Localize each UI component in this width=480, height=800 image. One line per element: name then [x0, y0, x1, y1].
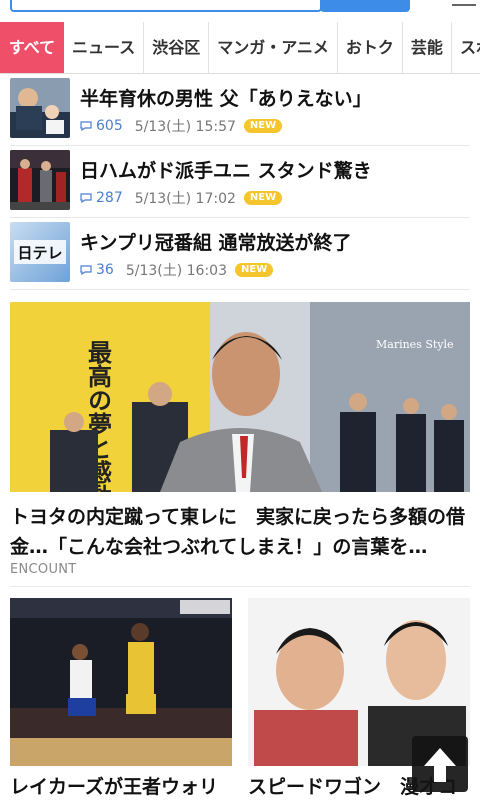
new-badge: NEW	[235, 263, 274, 277]
feature-source: ENCOUNT	[10, 562, 77, 577]
feature-image[interactable]: 最高の夢と感動を分かち合う。 Marines Style	[10, 302, 470, 492]
news-meta: 605 5/13(土) 15:57 NEW	[80, 116, 283, 136]
news-item[interactable]: 日ハムがド派手ユニ スタンド驚き 287 5/13(土) 17:02 NEW	[10, 146, 470, 218]
news-meta: 36 5/13(土) 16:03 NEW	[80, 260, 274, 280]
tab-deals[interactable]: おトク	[338, 22, 403, 73]
search-bar	[0, 0, 480, 22]
tab-all[interactable]: すべて	[0, 22, 64, 73]
comment-icon	[80, 121, 92, 131]
ntv-logo-text: 日テレ	[17, 244, 62, 262]
card-title[interactable]: レイカーズが王者ウォリ	[10, 772, 232, 799]
new-badge: NEW	[243, 119, 283, 133]
new-badge: NEW	[243, 191, 283, 205]
news-thumbnail	[10, 78, 70, 138]
banner-text: Marines Style	[376, 338, 454, 351]
comment-count: 287	[96, 190, 123, 206]
news-date: 5/13(土) 17:02	[134, 191, 236, 207]
search-button[interactable]	[320, 0, 410, 12]
comment-icon	[80, 193, 92, 203]
tab-manga-anime[interactable]: マンガ・アニメ	[209, 22, 338, 73]
comment-icon	[80, 265, 92, 275]
news-date: 5/13(土) 15:57	[134, 119, 236, 135]
scroll-to-top-button[interactable]	[412, 736, 468, 792]
category-tabs: すべて ニュース 渋谷区 マンガ・アニメ おトク 芸能 スポ	[0, 22, 480, 74]
arrow-up-icon	[424, 748, 456, 782]
news-headline[interactable]: キンプリ冠番組 通常放送が終了	[80, 228, 351, 255]
feature-headline[interactable]: トヨタの内定蹴って東レに 実家に戻ったら多額の借金…「こんな会社つぶれてしまえ！…	[10, 502, 470, 562]
comment-count: 605	[96, 118, 123, 134]
news-headline[interactable]: 半年育休の男性 父「ありえない」	[80, 84, 372, 111]
search-input[interactable]	[10, 0, 322, 12]
news-meta: 287 5/13(土) 17:02 NEW	[80, 188, 283, 208]
tab-news[interactable]: ニュース	[64, 22, 145, 73]
tab-entertainment[interactable]: 芸能	[403, 22, 452, 73]
news-list: 半年育休の男性 父「ありえない」 605 5/13(土) 15:57 NEW 日…	[0, 74, 480, 290]
news-item[interactable]: 半年育休の男性 父「ありえない」 605 5/13(土) 15:57 NEW	[10, 74, 470, 146]
news-headline[interactable]: 日ハムがド派手ユニ スタンド驚き	[80, 156, 372, 183]
tab-shibuya[interactable]: 渋谷区	[144, 22, 210, 73]
comment-count: 36	[96, 262, 114, 278]
menu-icon[interactable]	[452, 0, 476, 10]
news-thumbnail: 日テレ	[10, 222, 70, 282]
divider	[10, 586, 470, 587]
tab-sports[interactable]: スポ	[452, 22, 480, 73]
article-card[interactable]: レイカーズが王者ウォリ	[10, 598, 232, 799]
news-item[interactable]: 日テレ キンプリ冠番組 通常放送が終了 36 5/13(土) 16:03 NEW	[10, 218, 470, 290]
card-image	[10, 598, 232, 766]
news-thumbnail	[10, 150, 70, 210]
news-date: 5/13(土) 16:03	[125, 263, 227, 279]
